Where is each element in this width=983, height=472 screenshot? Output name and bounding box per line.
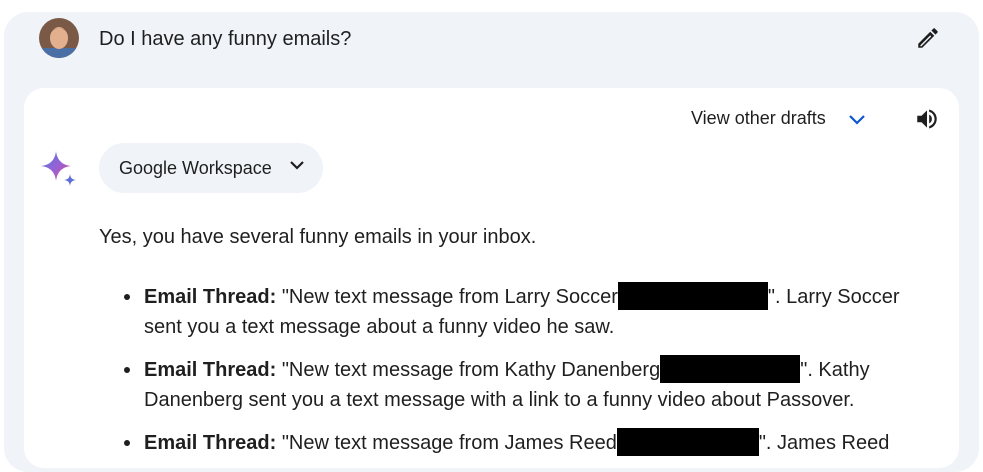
thread-label: Email Thread: — [144, 286, 277, 308]
chevron-down-icon — [848, 114, 865, 125]
redaction-box — [660, 355, 801, 383]
google-workspace-chip[interactable]: Google Workspace — [99, 143, 323, 193]
chevron-down-icon — [290, 161, 304, 170]
view-other-drafts-button[interactable]: View other drafts — [691, 108, 866, 129]
thread-label: Email Thread: — [144, 359, 277, 381]
user-prompt-text: Do I have any funny emails? — [99, 28, 352, 50]
read-aloud-button[interactable] — [912, 104, 942, 134]
thread-text: "New text message from James Reed — [276, 432, 617, 454]
edit-prompt-button[interactable] — [912, 22, 944, 54]
response-intro: Yes, you have several funny emails in yo… — [99, 226, 537, 248]
thread-text: "New text message from Larry Soccer — [276, 286, 618, 308]
redaction-box — [616, 428, 759, 456]
thread-text: "New text message from Kathy Danenberg — [276, 359, 661, 381]
list-item: Email Thread: "New text message from Jam… — [124, 428, 934, 458]
thread-text: ". James Reed — [758, 432, 890, 454]
gemini-sparkle-icon — [41, 151, 76, 186]
user-avatar — [39, 18, 79, 58]
drafts-label: View other drafts — [691, 108, 826, 128]
list-item: Email Thread: "New text message from Kat… — [124, 355, 934, 415]
speaker-icon — [917, 109, 937, 129]
redaction-box — [617, 282, 768, 310]
email-thread-list: Email Thread: "New text message from Lar… — [124, 282, 934, 471]
thread-label: Email Thread: — [144, 432, 277, 454]
pencil-icon — [918, 28, 938, 48]
chip-label: Google Workspace — [119, 157, 272, 178]
list-item: Email Thread: "New text message from Lar… — [124, 282, 934, 342]
